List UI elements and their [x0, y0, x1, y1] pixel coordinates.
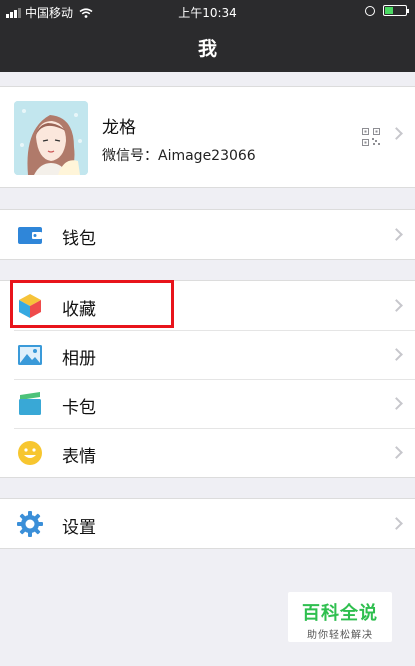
- watermark-logo: 百科全说 助你轻松解决: [288, 592, 392, 642]
- menu-item-label: 表情: [62, 447, 96, 467]
- battery-icon: [383, 5, 409, 16]
- avatar[interactable]: [14, 101, 88, 175]
- main-menu-group: 收藏 相册 卡包 表情: [0, 280, 415, 478]
- status-time: 上午10:34: [178, 6, 237, 20]
- wallet-icon: [18, 227, 42, 244]
- menu-item-label: 设置: [62, 518, 96, 538]
- chevron-right-icon: [390, 228, 403, 241]
- menu-item-wallet[interactable]: 钱包: [0, 210, 415, 259]
- menu-item-label: 收藏: [62, 300, 96, 320]
- menu-item-cards[interactable]: 卡包: [0, 379, 415, 428]
- chevron-right-icon: [390, 517, 403, 530]
- status-bar: 中国移动 上午10:34: [0, 0, 415, 22]
- gear-icon: [17, 511, 43, 537]
- menu-item-label: 卡包: [62, 398, 96, 418]
- profile-name: 龙格: [102, 118, 136, 138]
- photo-icon: [18, 345, 42, 365]
- chevron-right-icon: [390, 348, 403, 361]
- menu-item-settings[interactable]: 设置: [0, 499, 415, 548]
- card-icon: [19, 392, 41, 415]
- cube-icon: [19, 294, 41, 318]
- avatar-illustration: [14, 101, 88, 175]
- chevron-right-icon: [390, 299, 403, 312]
- smiley-icon: [18, 441, 42, 465]
- menu-item-favorites[interactable]: 收藏: [0, 281, 415, 330]
- settings-group: 设置: [0, 498, 415, 549]
- status-right: [365, 5, 409, 16]
- watermark-title: 百科全说: [302, 603, 378, 624]
- chevron-right-icon: [390, 127, 403, 140]
- qr-code-icon[interactable]: [362, 128, 380, 146]
- menu-item-stickers[interactable]: 表情: [0, 428, 415, 477]
- menu-item-album[interactable]: 相册: [0, 330, 415, 379]
- menu-item-label: 钱包: [62, 229, 96, 249]
- chevron-right-icon: [390, 397, 403, 410]
- wallet-group: 钱包: [0, 209, 415, 260]
- wechat-id: 微信号：Aimage23066: [102, 148, 256, 164]
- watermark-subtitle: 助你轻松解决: [307, 630, 373, 641]
- nav-bar: 我: [0, 22, 415, 72]
- menu-item-label: 相册: [62, 349, 96, 369]
- chevron-right-icon: [390, 446, 403, 459]
- alarm-icon: [365, 5, 375, 16]
- profile-card[interactable]: 龙格 微信号：Aimage23066: [0, 86, 415, 188]
- page-title: 我: [197, 37, 217, 60]
